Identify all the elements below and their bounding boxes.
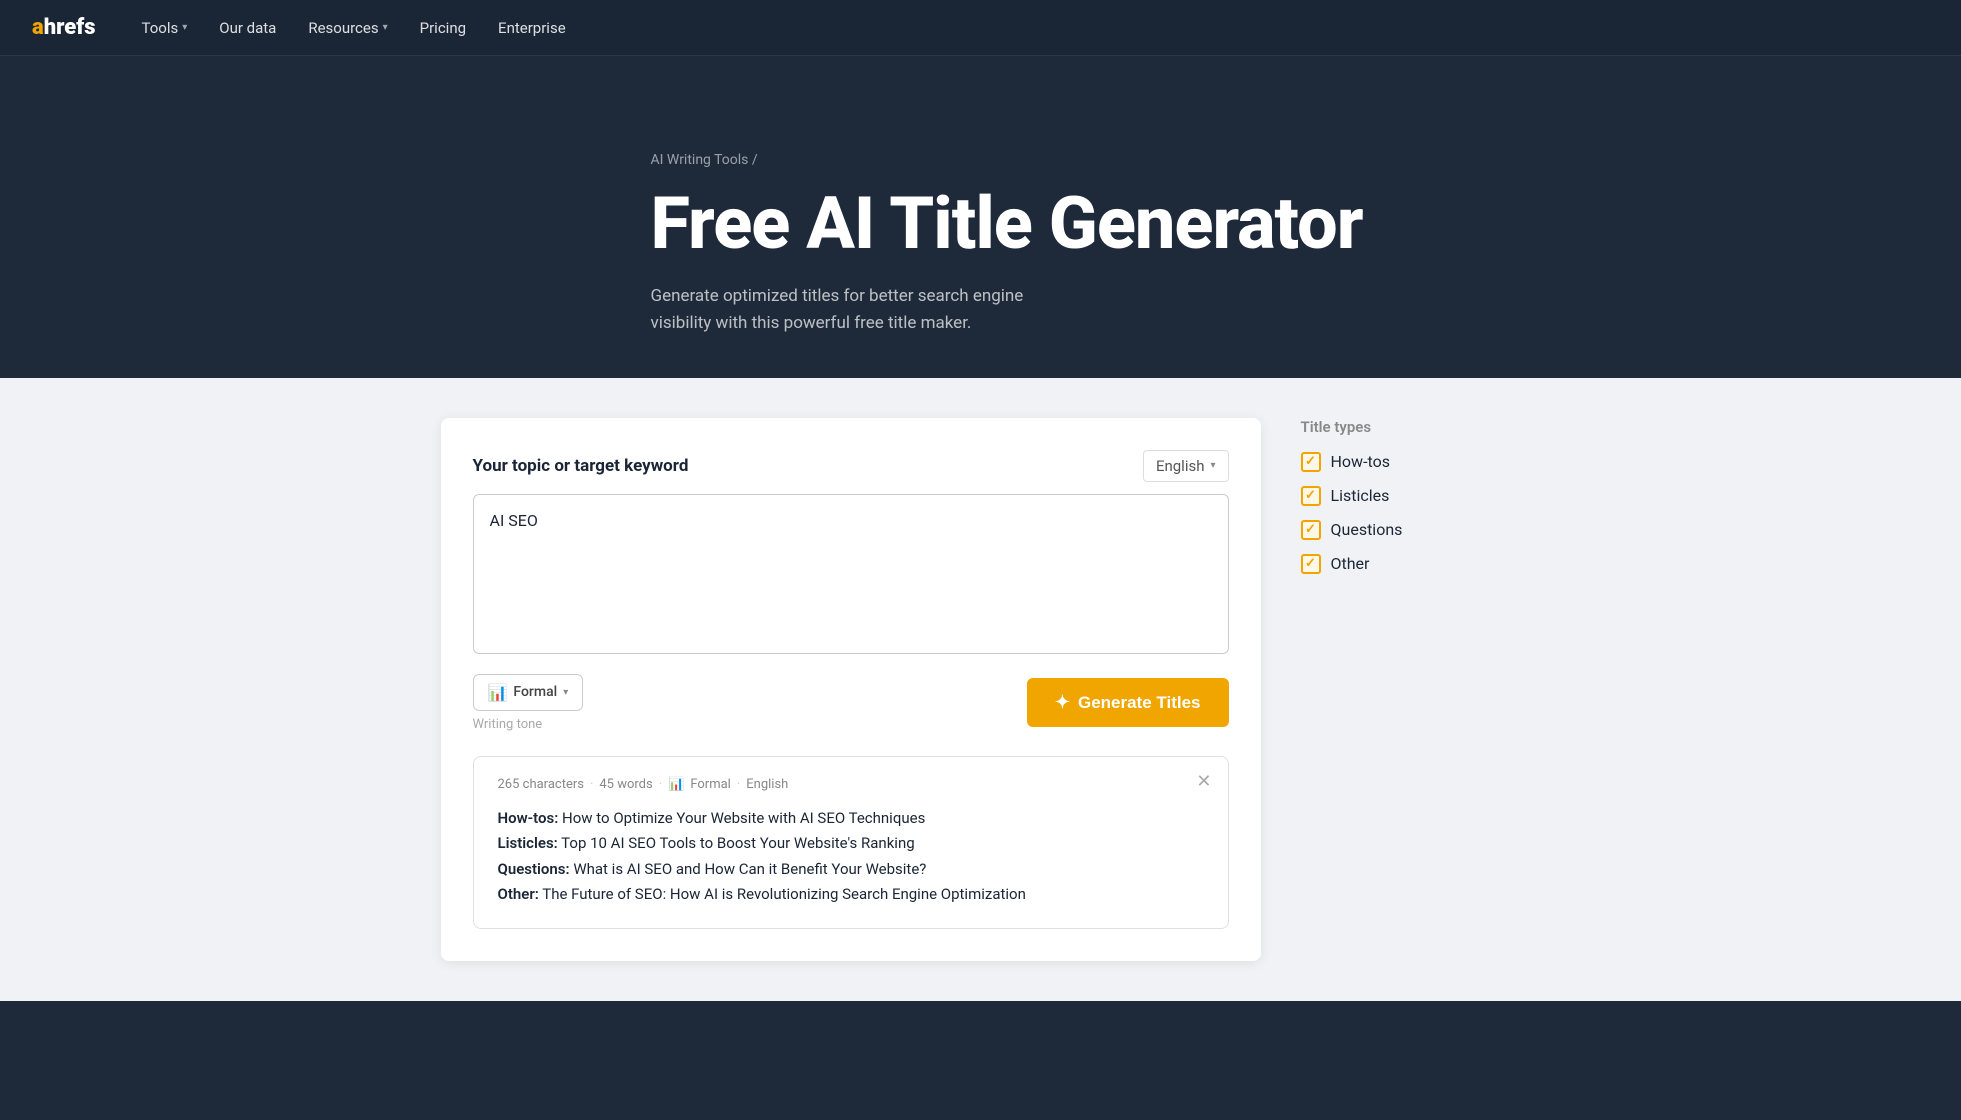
tone-wrap: 📊 Formal ▾ Writing tone <box>473 674 584 732</box>
result-text-1: How to Optimize Your Website with AI SEO… <box>558 809 925 827</box>
checkbox-how-tos[interactable]: ✓ How-tos <box>1301 452 1521 472</box>
results-language: English <box>746 777 788 792</box>
logo[interactable]: ahrefs <box>32 15 96 40</box>
tone-icon: 📊 <box>488 683 508 702</box>
nav-resources[interactable]: Resources▾ <box>294 11 401 45</box>
result-line-3: Questions: What is AI SEO and How Can it… <box>498 857 1204 883</box>
close-icon[interactable]: ✕ <box>1196 773 1211 791</box>
hero-subtitle: Generate optimized titles for better sea… <box>651 283 1071 337</box>
checkbox-icon-other: ✓ <box>1301 554 1321 574</box>
title-types-heading: Title types <box>1301 418 1521 436</box>
navbar: ahrefs Tools▾ Our data Resources▾ Pricin… <box>0 0 1961 56</box>
results-tone-icon: 📊 <box>668 777 684 792</box>
checkbox-label-questions: Questions <box>1331 520 1403 539</box>
result-text-3: What is AI SEO and How Can it Benefit Yo… <box>570 860 927 878</box>
results-chars: 265 characters <box>498 777 584 792</box>
result-prefix-2: Listicles: <box>498 834 558 852</box>
title-types-panel: Title types ✓ How-tos ✓ Listicles ✓ Ques… <box>1301 418 1521 588</box>
meta-dot-3: · <box>737 777 740 792</box>
keyword-header: Your topic or target keyword English ▾ <box>473 450 1229 482</box>
breadcrumb: AI Writing Tools / <box>651 152 1431 168</box>
result-text-4: The Future of SEO: How AI is Revolutioni… <box>539 885 1026 903</box>
result-prefix-4: Other: <box>498 885 539 903</box>
result-line-2: Listicles: Top 10 AI SEO Tools to Boost … <box>498 831 1204 857</box>
generate-icon: ✦ <box>1055 692 1070 713</box>
main-area: Your topic or target keyword English ▾ A… <box>0 378 1961 1001</box>
tone-selector[interactable]: 📊 Formal ▾ <box>473 674 584 711</box>
results-meta: 265 characters · 45 words · 📊 Formal · E… <box>498 777 1204 792</box>
checkbox-label-how-tos: How-tos <box>1331 452 1390 471</box>
page-title: Free AI Title Generator <box>651 184 1431 263</box>
checkbox-questions[interactable]: ✓ Questions <box>1301 520 1521 540</box>
checkbox-label-other: Other <box>1331 554 1370 573</box>
meta-dot-2: · <box>659 777 662 792</box>
tool-card: Your topic or target keyword English ▾ A… <box>441 418 1261 961</box>
checkbox-listicles[interactable]: ✓ Listicles <box>1301 486 1521 506</box>
breadcrumb-link[interactable]: AI Writing Tools <box>651 152 749 168</box>
result-prefix-3: Questions: <box>498 860 570 878</box>
result-prefix-1: How-tos: <box>498 809 559 827</box>
results-tone: Formal <box>690 777 731 792</box>
chevron-down-icon: ▾ <box>383 22 388 33</box>
generate-label: Generate Titles <box>1078 693 1201 713</box>
result-line-4: Other: The Future of SEO: How AI is Revo… <box>498 882 1204 908</box>
results-words: 45 words <box>599 777 652 792</box>
checkbox-icon-listicles: ✓ <box>1301 486 1321 506</box>
bottom-bar: 📊 Formal ▾ Writing tone ✦ Generate Title… <box>473 674 1229 732</box>
checkbox-other[interactable]: ✓ Other <box>1301 554 1521 574</box>
generate-button[interactable]: ✦ Generate Titles <box>1027 678 1229 727</box>
checkbox-icon-how-tos: ✓ <box>1301 452 1321 472</box>
nav-pricing[interactable]: Pricing <box>406 11 480 45</box>
keyword-input[interactable]: AI SEO <box>473 494 1229 654</box>
checkbox-label-listicles: Listicles <box>1331 486 1390 505</box>
checkbox-icon-questions: ✓ <box>1301 520 1321 540</box>
language-value: English <box>1156 457 1205 475</box>
card-wrapper: Your topic or target keyword English ▾ A… <box>381 418 1581 961</box>
language-selector[interactable]: English ▾ <box>1143 450 1229 482</box>
logo-a: a <box>32 15 44 40</box>
results-card: 265 characters · 45 words · 📊 Formal · E… <box>473 756 1229 929</box>
chevron-down-icon: ▾ <box>1210 460 1215 471</box>
nav-tools[interactable]: Tools▾ <box>128 11 202 45</box>
logo-hrefs: hrefs <box>44 15 96 40</box>
breadcrumb-separator: / <box>752 152 758 168</box>
chevron-down-icon: ▾ <box>563 687 568 698</box>
meta-dot-1: · <box>590 777 593 792</box>
keyword-label: Your topic or target keyword <box>473 456 689 476</box>
result-line-1: How-tos: How to Optimize Your Website wi… <box>498 806 1204 832</box>
nav-links: Tools▾ Our data Resources▾ Pricing Enter… <box>128 11 580 45</box>
chevron-down-icon: ▾ <box>182 22 187 33</box>
nav-our-data[interactable]: Our data <box>205 11 290 45</box>
hero-section: AI Writing Tools / Free AI Title Generat… <box>531 104 1431 338</box>
result-text-2: Top 10 AI SEO Tools to Boost Your Websit… <box>558 834 915 852</box>
nav-enterprise[interactable]: Enterprise <box>484 11 580 45</box>
tone-label: Formal <box>513 684 557 700</box>
writing-tone-label: Writing tone <box>473 717 584 732</box>
